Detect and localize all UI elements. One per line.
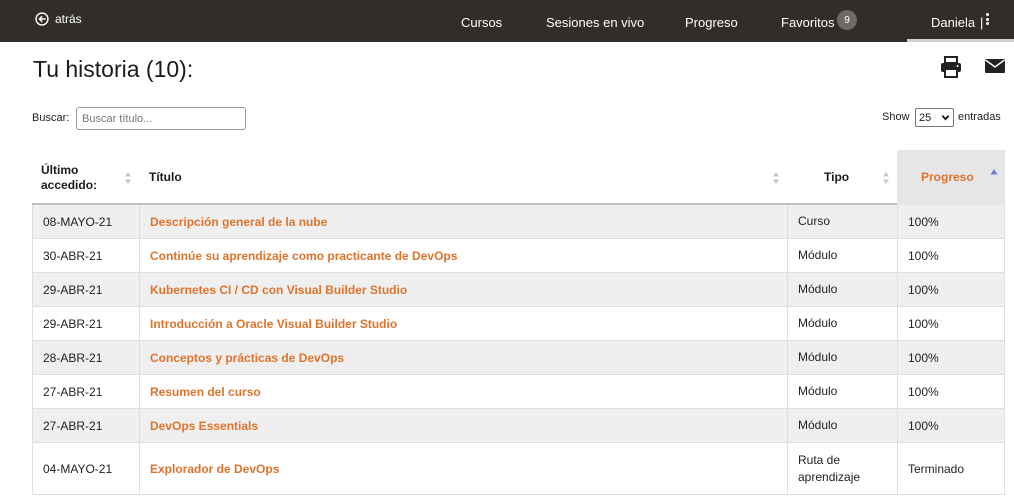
cell-title: Explorador de DevOps	[139, 443, 787, 494]
cell-progress: 100%	[897, 205, 1005, 238]
cell-date: 29-ABR-21	[32, 307, 139, 340]
title-link[interactable]: Kubernetes CI / CD con Visual Builder St…	[150, 283, 407, 297]
table-row: 04-MAYO-21 Explorador de DevOps Ruta de …	[32, 443, 1005, 495]
cell-date: 29-ABR-21	[32, 273, 139, 306]
back-circle-arrow-icon	[35, 12, 49, 26]
cell-progress: 100%	[897, 341, 1005, 374]
top-navigation-bar: atrás Cursos Sesiones en vivo Progreso F…	[0, 0, 1014, 42]
nav-sesiones-en-vivo[interactable]: Sesiones en vivo	[546, 15, 644, 30]
title-link[interactable]: Explorador de DevOps	[150, 462, 279, 476]
page-title: Tu historia (10):	[33, 56, 194, 82]
table-row: 28-ABR-21 Conceptos y prácticas de DevOp…	[32, 341, 1005, 375]
cell-type: Módulo	[787, 273, 897, 306]
sort-icon	[125, 172, 131, 184]
print-icon[interactable]	[940, 56, 962, 78]
cell-title: Conceptos y prácticas de DevOps	[139, 341, 787, 374]
search-label: Buscar:	[32, 112, 70, 124]
nav-progreso[interactable]: Progreso	[685, 15, 738, 30]
cell-type: Módulo	[787, 307, 897, 340]
cell-progress: 100%	[897, 307, 1005, 340]
table-row: 27-ABR-21 Resumen del curso Módulo 100%	[32, 375, 1005, 409]
table-row: 08-MAYO-21 Descripción general de la nub…	[32, 205, 1005, 239]
entries-per-page-select[interactable]: 25	[915, 108, 954, 127]
cell-date: 04-MAYO-21	[32, 443, 139, 494]
sort-icon	[773, 172, 779, 184]
cell-date: 28-ABR-21	[32, 341, 139, 374]
mail-icon[interactable]	[984, 57, 1006, 75]
sort-ascending-icon	[990, 169, 998, 175]
user-menu[interactable]: Daniela |	[907, 0, 1014, 42]
show-label: Show	[882, 111, 910, 123]
cell-progress: 100%	[897, 273, 1005, 306]
cell-type: Ruta de aprendizaje	[787, 443, 897, 494]
cell-date: 08-MAYO-21	[32, 205, 139, 238]
cell-title: Continúe su aprendizaje como practicante…	[139, 239, 787, 272]
favorites-count-badge: 9	[837, 10, 857, 30]
title-link[interactable]: Descripción general de la nube	[150, 215, 327, 229]
table-row: 27-ABR-21 DevOps Essentials Módulo 100%	[32, 409, 1005, 443]
cell-progress: 100%	[897, 409, 1005, 442]
cell-type: Módulo	[787, 409, 897, 442]
user-separator: |	[980, 15, 984, 30]
cell-progress: Terminado	[897, 443, 1005, 494]
cell-type: Módulo	[787, 341, 897, 374]
column-header-type[interactable]: Tipo	[787, 150, 897, 205]
column-header-progress[interactable]: Progreso	[897, 150, 1005, 205]
cell-type: Módulo	[787, 239, 897, 272]
back-label: atrás	[55, 12, 82, 26]
table-row: 29-ABR-21 Kubernetes CI / CD con Visual …	[32, 273, 1005, 307]
title-link[interactable]: Resumen del curso	[150, 385, 261, 399]
title-link[interactable]: Introducción a Oracle Visual Builder Stu…	[150, 317, 397, 331]
cell-title: Introducción a Oracle Visual Builder Stu…	[139, 307, 787, 340]
entries-per-page-value: 25	[919, 111, 932, 124]
entries-suffix-label: entradas	[958, 111, 1001, 123]
title-link[interactable]: DevOps Essentials	[150, 419, 258, 433]
title-link[interactable]: Continúe su aprendizaje como practicante…	[150, 249, 457, 263]
nav-favoritos[interactable]: Favoritos	[781, 15, 834, 30]
sort-icon	[883, 172, 889, 184]
cell-title: DevOps Essentials	[139, 409, 787, 442]
history-table: Último accedido: Título Tipo Progreso 08…	[32, 150, 1005, 495]
cell-title: Resumen del curso	[139, 375, 787, 408]
table-row: 30-ABR-21 Continúe su aprendizaje como p…	[32, 239, 1005, 273]
table-row: 29-ABR-21 Introducción a Oracle Visual B…	[32, 307, 1005, 341]
table-header: Último accedido: Título Tipo Progreso	[32, 150, 1005, 205]
kebab-menu-icon[interactable]	[985, 13, 989, 25]
column-header-title[interactable]: Título	[139, 150, 787, 205]
cell-date: 27-ABR-21	[32, 375, 139, 408]
cell-title: Kubernetes CI / CD con Visual Builder St…	[139, 273, 787, 306]
nav-cursos[interactable]: Cursos	[461, 15, 502, 30]
cell-progress: 100%	[897, 375, 1005, 408]
column-header-last-accessed[interactable]: Último accedido:	[32, 150, 139, 205]
search-input[interactable]	[76, 107, 246, 130]
cell-progress: 100%	[897, 239, 1005, 272]
cell-date: 30-ABR-21	[32, 239, 139, 272]
user-name: Daniela	[931, 15, 976, 30]
chevron-down-icon	[941, 115, 950, 121]
back-link[interactable]: atrás	[35, 12, 82, 26]
title-link[interactable]: Conceptos y prácticas de DevOps	[150, 351, 344, 365]
cell-type: Curso	[787, 205, 897, 238]
cell-title: Descripción general de la nube	[139, 205, 787, 238]
cell-date: 27-ABR-21	[32, 409, 139, 442]
cell-type: Módulo	[787, 375, 897, 408]
table-body: 08-MAYO-21 Descripción general de la nub…	[32, 205, 1005, 495]
